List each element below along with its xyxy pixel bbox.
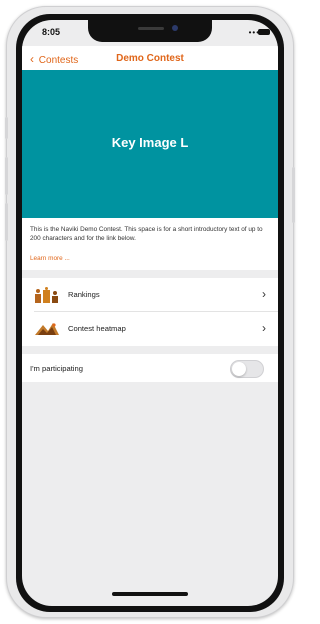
heatmap-icon xyxy=(35,323,59,335)
battery-icon xyxy=(258,29,270,35)
participating-row: I'm participating xyxy=(22,354,278,382)
home-indicator[interactable] xyxy=(112,592,188,596)
volume-up-button xyxy=(5,157,8,195)
learn-more-link[interactable]: Learn more ... xyxy=(30,255,70,262)
key-image-label: Key Image L xyxy=(111,135,189,150)
participating-label: I'm participating xyxy=(30,364,83,373)
list-item-contest-heatmap[interactable]: Contest heatmap › xyxy=(22,312,278,346)
front-camera xyxy=(172,25,178,31)
chevron-right-icon: › xyxy=(262,287,266,301)
intro-section: This is the Naviki Demo Contest. This sp… xyxy=(22,218,278,270)
key-image: Key Image L xyxy=(22,70,278,218)
status-time: 8:05 xyxy=(42,27,61,37)
power-button xyxy=(292,167,295,223)
phone-screen: 8:05 ••• ‹ Contests Demo Contest Key Ima… xyxy=(22,20,278,606)
chevron-right-icon: › xyxy=(262,321,266,335)
toggle-knob xyxy=(232,362,246,376)
list-item-label: Rankings xyxy=(68,290,100,299)
list-item-label: Contest heatmap xyxy=(68,324,126,333)
navigation-bar: ‹ Contests Demo Contest xyxy=(22,46,278,70)
rankings-icon xyxy=(35,287,58,303)
notch xyxy=(88,20,212,42)
list-item-rankings[interactable]: Rankings › xyxy=(22,278,278,312)
menu-list: Rankings › Contest heatmap › xyxy=(22,278,278,346)
volume-down-button xyxy=(5,203,8,241)
page-title: Demo Contest xyxy=(116,53,184,64)
speaker-grille xyxy=(138,27,164,30)
intro-text: This is the Naviki Demo Contest. This sp… xyxy=(30,226,263,242)
mute-switch xyxy=(5,117,8,139)
participating-toggle[interactable] xyxy=(230,360,264,378)
